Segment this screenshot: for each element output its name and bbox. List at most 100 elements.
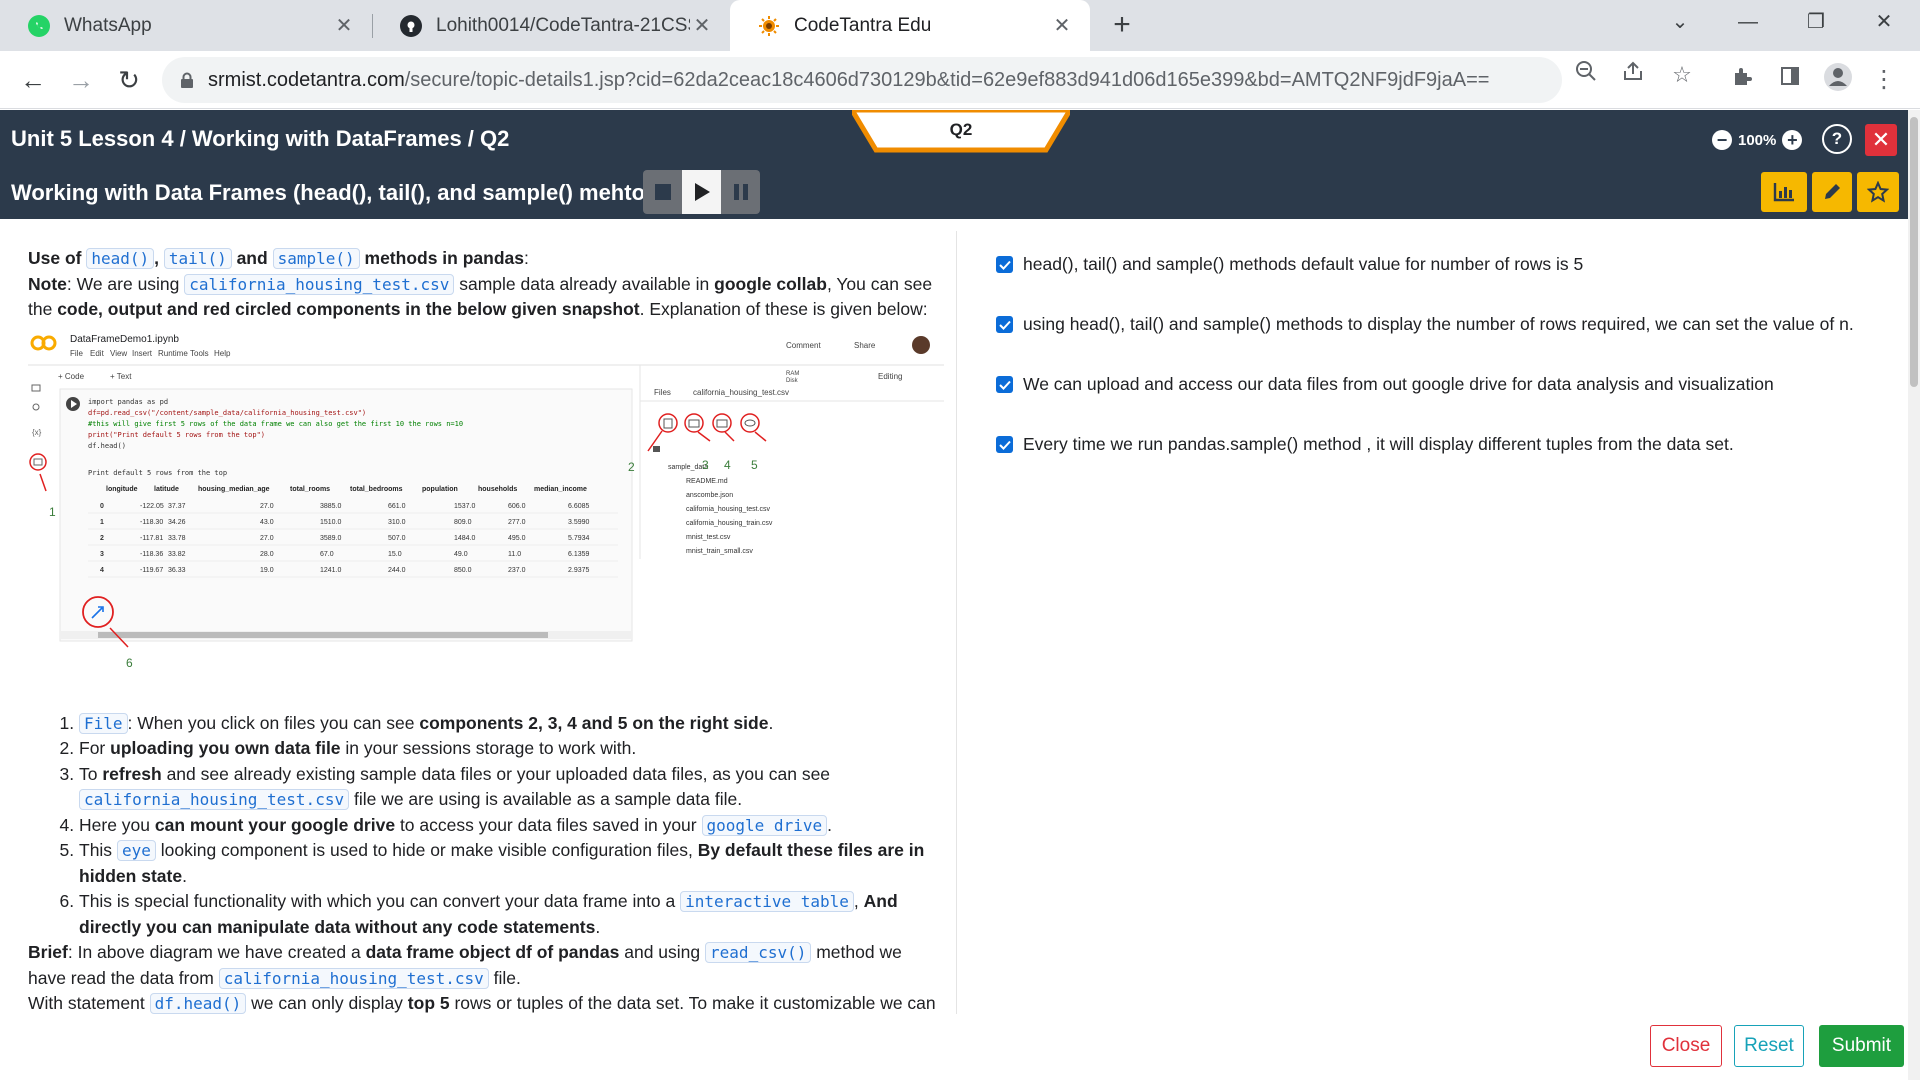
svg-text:Disk: Disk (786, 378, 799, 384)
github-icon (400, 14, 422, 37)
forward-icon[interactable]: → (62, 61, 100, 99)
table-cell: 3 (100, 551, 104, 558)
address-bar[interactable]: srmist.codetantra.com/secure/topic-detai… (162, 57, 1562, 103)
submit-button[interactable]: Submit (1819, 1025, 1904, 1067)
list-item: This is special functionality with which… (79, 889, 938, 940)
minimize-icon[interactable]: — (1720, 0, 1776, 44)
table-cell: 661.0 (388, 503, 406, 510)
table-cell: 67.0 (320, 551, 334, 558)
browser-toolbar: ← → ↻ srmist.codetantra.com/secure/topic… (0, 51, 1920, 109)
favorite-button[interactable] (1857, 172, 1899, 212)
table-cell: 37.37 (168, 503, 186, 510)
table-cell: 507.0 (388, 535, 406, 542)
tab-search-icon[interactable]: ⌄ (1652, 0, 1708, 44)
table-cell: 1510.0 (320, 519, 342, 526)
pencil-icon (1825, 184, 1840, 199)
option-2[interactable]: using head(), tail() and sample() method… (996, 312, 1886, 372)
option-label: We can upload and access our data files … (1023, 374, 1774, 394)
whatsapp-icon (28, 14, 50, 37)
stop-button[interactable] (643, 170, 682, 214)
svg-text:households: households (478, 486, 517, 493)
scrollbar-thumb[interactable] (1910, 117, 1918, 387)
checkbox-checked-icon[interactable] (996, 316, 1013, 333)
lesson-title: Working with Data Frames (head(), tail()… (11, 180, 671, 205)
url-text: srmist.codetantra.com/secure/topic-detai… (208, 68, 1490, 91)
pause-button[interactable] (721, 170, 760, 214)
svg-text:Edit: Edit (90, 349, 105, 358)
tab-codetantra[interactable]: CodeTantra Edu ✕ (730, 0, 1090, 51)
svg-text:RAM: RAM (786, 371, 799, 377)
table-cell: 310.0 (388, 519, 406, 526)
svg-text:6: 6 (126, 656, 133, 670)
table-cell: 6.6085 (568, 503, 590, 510)
option-4[interactable]: Every time we run pandas.sample() method… (996, 432, 1886, 492)
svg-text:5: 5 (751, 458, 758, 472)
checkbox-checked-icon[interactable] (996, 256, 1013, 273)
tab-title: Lohith0014/CodeTantra-21CSS10 (436, 14, 690, 36)
restore-icon[interactable]: ❐ (1788, 0, 1844, 44)
table-cell: 36.33 (168, 567, 186, 574)
profile-avatar-icon[interactable] (1820, 62, 1856, 98)
intro-line: Use of head(), tail() and sample() metho… (28, 248, 529, 269)
zoom-out-icon[interactable] (1570, 59, 1602, 91)
question-tab[interactable]: Q2 (852, 120, 1070, 140)
star-icon (1867, 181, 1889, 203)
table-cell: 27.0 (260, 503, 274, 510)
tab-close-icon[interactable]: ✕ (690, 13, 714, 38)
table-cell: 19.0 (260, 567, 274, 574)
side-panel-icon[interactable] (1772, 62, 1808, 98)
zoom-minus-icon[interactable]: − (1712, 130, 1732, 150)
option-1[interactable]: head(), tail() and sample() methods defa… (996, 252, 1886, 312)
play-button[interactable] (682, 170, 721, 214)
window-close-icon[interactable]: ✕ (1856, 0, 1912, 44)
svg-text:View: View (110, 349, 127, 358)
table-cell: -118.36 (140, 551, 163, 558)
svg-text:2: 2 (628, 460, 635, 474)
back-icon[interactable]: ← (14, 61, 52, 99)
code-head: head() (86, 248, 155, 269)
tab-close-icon[interactable]: ✕ (1050, 13, 1074, 38)
tab-title: WhatsApp (64, 14, 152, 36)
tab-whatsapp[interactable]: WhatsApp ✕ (0, 0, 372, 51)
option-3[interactable]: We can upload and access our data files … (996, 372, 1886, 432)
checkbox-checked-icon[interactable] (996, 436, 1013, 453)
user-avatar-icon (912, 335, 930, 354)
svg-text:Print default 5 rows from the: Print default 5 rows from the top (88, 469, 227, 477)
share-icon[interactable] (1617, 59, 1649, 91)
tab-title: CodeTantra Edu (794, 14, 932, 36)
svg-text:print("Print default 5 rows fr: print("Print default 5 rows from the top… (88, 431, 265, 439)
colab-snapshot-image: DataFrameDemo1.ipynb File Edit View Inse… (28, 328, 944, 689)
reset-button[interactable]: Reset (1734, 1025, 1804, 1067)
close-lesson-button[interactable]: ✕ (1865, 124, 1897, 156)
svg-text:df=pd.read_csv("/content/sampl: df=pd.read_csv("/content/sample_data/cal… (88, 409, 366, 417)
table-cell: 809.0 (454, 519, 472, 526)
edit-button[interactable] (1812, 172, 1852, 212)
help-button[interactable]: ? (1822, 124, 1852, 154)
zoom-plus-icon[interactable]: + (1782, 130, 1803, 150)
code-tail: tail() (163, 248, 232, 269)
brief-paragraph: Brief: In above diagram we have created … (28, 942, 902, 989)
option-label: head(), tail() and sample() methods defa… (1023, 254, 1584, 274)
bookmark-star-icon[interactable]: ☆ (1666, 59, 1698, 91)
list-item: File: When you click on files you can se… (79, 711, 938, 737)
table-cell: 49.0 (454, 551, 468, 558)
close-button[interactable]: Close (1650, 1025, 1722, 1067)
list-item: For uploading you own data file in your … (79, 736, 938, 762)
tab-close-icon[interactable]: ✕ (332, 13, 356, 38)
editing-label: Editing (878, 372, 902, 381)
option-label: using head(), tail() and sample() method… (1023, 314, 1854, 334)
tab-github[interactable]: Lohith0014/CodeTantra-21CSS10 ✕ (372, 0, 730, 51)
new-tab-button[interactable]: + (1104, 8, 1140, 44)
zoom-control: − 100% + (1712, 130, 1803, 150)
stats-button[interactable] (1761, 172, 1807, 212)
extensions-icon[interactable] (1724, 62, 1760, 98)
browser-menu-icon[interactable]: ⋮ (1866, 62, 1902, 98)
table-cell: 0 (100, 503, 104, 510)
pane-divider[interactable] (956, 231, 957, 1014)
checkbox-checked-icon[interactable] (996, 376, 1013, 393)
pause-icon (733, 184, 748, 200)
table-cell: 6.1359 (568, 551, 590, 558)
reload-icon[interactable]: ↻ (110, 61, 148, 99)
components-list: File: When you click on files you can se… (28, 711, 938, 941)
answer-options: head(), tail() and sample() methods defa… (996, 252, 1886, 492)
